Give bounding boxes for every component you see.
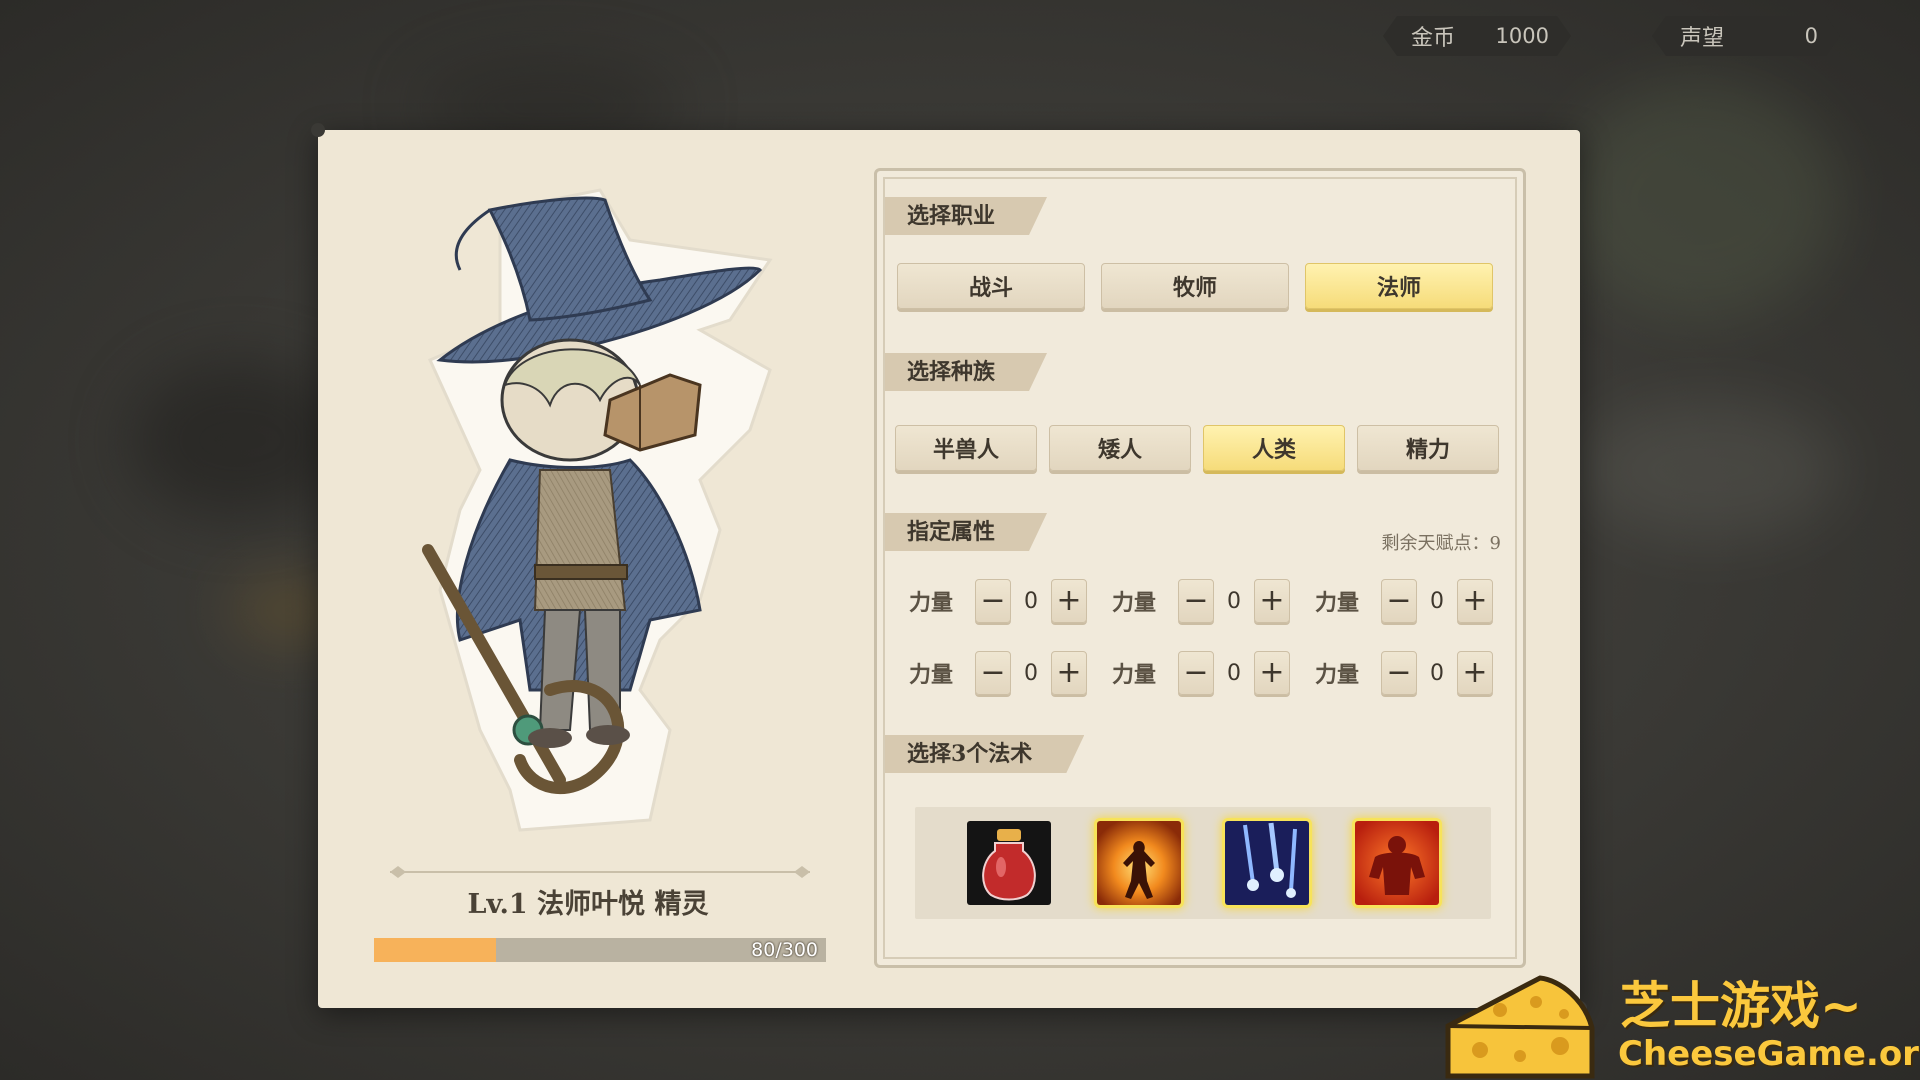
- decrement-button[interactable]: −: [1178, 651, 1214, 695]
- attributes-section-title: 指定属性: [885, 513, 1047, 551]
- profession-button-priest[interactable]: 牧师: [1101, 263, 1289, 309]
- attribute-row: 力量 − 0 +: [1112, 651, 1290, 695]
- attribute-row: 力量 − 0 +: [1112, 579, 1290, 623]
- fire-aura-icon: [1097, 821, 1181, 905]
- spell-slot[interactable]: [1097, 821, 1181, 905]
- attribute-value: 0: [1227, 588, 1241, 614]
- profession-section-title: 选择职业: [885, 197, 1047, 235]
- attribute-stepper: − 0 +: [1381, 651, 1493, 695]
- xp-text: 80/300: [751, 939, 818, 961]
- watermark: 芝士游戏~ CheeseGame.org: [1440, 966, 1920, 1080]
- settings-frame: 选择职业 战斗 牧师 法师 选择种族 半兽人 矮人 人类 精力 指定属性 剩余天…: [874, 168, 1526, 968]
- attribute-label: 力量: [1112, 662, 1157, 688]
- fame-counter: 声望 0: [1652, 16, 1840, 56]
- race-button-dwarf[interactable]: 矮人: [1049, 425, 1191, 471]
- attribute-row: 力量 − 0 +: [1315, 579, 1493, 623]
- fame-value: 0: [1804, 24, 1818, 48]
- decrement-button[interactable]: −: [975, 651, 1011, 695]
- decrement-button[interactable]: −: [1381, 579, 1417, 623]
- watermark-url: CheeseGame.org: [1618, 1034, 1920, 1074]
- character-name: Lv.1 法师叶悦 精灵: [467, 889, 709, 920]
- attribute-stepper: − 0 +: [975, 651, 1087, 695]
- spell-slot[interactable]: [967, 821, 1051, 905]
- gold-label: 金币: [1411, 26, 1456, 51]
- attribute-value: 0: [1430, 588, 1444, 614]
- backdrop-shape: [130, 360, 350, 520]
- increment-button[interactable]: +: [1457, 579, 1493, 623]
- backdrop-shape: [1580, 400, 1840, 540]
- increment-button[interactable]: +: [1254, 651, 1290, 695]
- attribute-value: 0: [1024, 660, 1038, 686]
- attribute-row: 力量 − 0 +: [909, 651, 1087, 695]
- backdrop-shape: [1560, 80, 1840, 320]
- attribute-row: 力量 − 0 +: [909, 579, 1087, 623]
- gold-counter: 金币 1000: [1383, 16, 1571, 56]
- gold-value: 1000: [1495, 24, 1549, 48]
- red-potion-icon: [967, 821, 1051, 905]
- remaining-talent-points: 剩余天赋点：9: [1381, 533, 1501, 554]
- race-button-orc[interactable]: 半兽人: [895, 425, 1037, 471]
- race-section-title: 选择种族: [885, 353, 1047, 391]
- attribute-row: 力量 − 0 +: [1315, 651, 1493, 695]
- character-creation-panel: Lv.1 法师叶悦 精灵 80/300 选择职业 战斗 牧师 法师 选择种族 半…: [311, 123, 1587, 1015]
- increment-button[interactable]: +: [1457, 651, 1493, 695]
- increment-button[interactable]: +: [1254, 579, 1290, 623]
- attribute-value: 0: [1430, 660, 1444, 686]
- attribute-value: 0: [1024, 588, 1038, 614]
- name-divider: [390, 866, 810, 878]
- profession-button-warrior[interactable]: 战斗: [897, 263, 1085, 309]
- attribute-label: 力量: [1112, 590, 1157, 616]
- cheese-logo-icon: [1445, 975, 1595, 1079]
- watermark-title: 芝士游戏~: [1620, 977, 1862, 1035]
- decrement-button[interactable]: −: [1381, 651, 1417, 695]
- spell-slot[interactable]: [1355, 821, 1439, 905]
- attribute-stepper: − 0 +: [975, 579, 1087, 623]
- character-portrait: [422, 188, 773, 832]
- xp-fill: [374, 938, 497, 962]
- attribute-stepper: − 0 +: [1381, 579, 1493, 623]
- xp-bar: 80/300: [374, 938, 826, 962]
- attribute-label: 力量: [1315, 590, 1360, 616]
- attribute-label: 力量: [1315, 662, 1360, 688]
- berserk-rage-icon: [1355, 821, 1439, 905]
- fame-label: 声望: [1680, 26, 1725, 51]
- attribute-label: 力量: [909, 662, 954, 688]
- profession-button-mage[interactable]: 法师: [1305, 263, 1493, 309]
- attribute-stepper: − 0 +: [1178, 651, 1290, 695]
- decrement-button[interactable]: −: [975, 579, 1011, 623]
- blue-meteor-icon: [1225, 821, 1309, 905]
- increment-button[interactable]: +: [1051, 579, 1087, 623]
- decrement-button[interactable]: −: [1178, 579, 1214, 623]
- attribute-stepper: − 0 +: [1178, 579, 1290, 623]
- spells-section-title: 选择3个法术: [885, 735, 1084, 773]
- race-button-human[interactable]: 人类: [1203, 425, 1345, 471]
- attribute-value: 0: [1227, 660, 1241, 686]
- attribute-label: 力量: [909, 590, 954, 616]
- spell-list: [915, 807, 1491, 919]
- race-button-energy[interactable]: 精力: [1357, 425, 1499, 471]
- increment-button[interactable]: +: [1051, 651, 1087, 695]
- spell-slot[interactable]: [1225, 821, 1309, 905]
